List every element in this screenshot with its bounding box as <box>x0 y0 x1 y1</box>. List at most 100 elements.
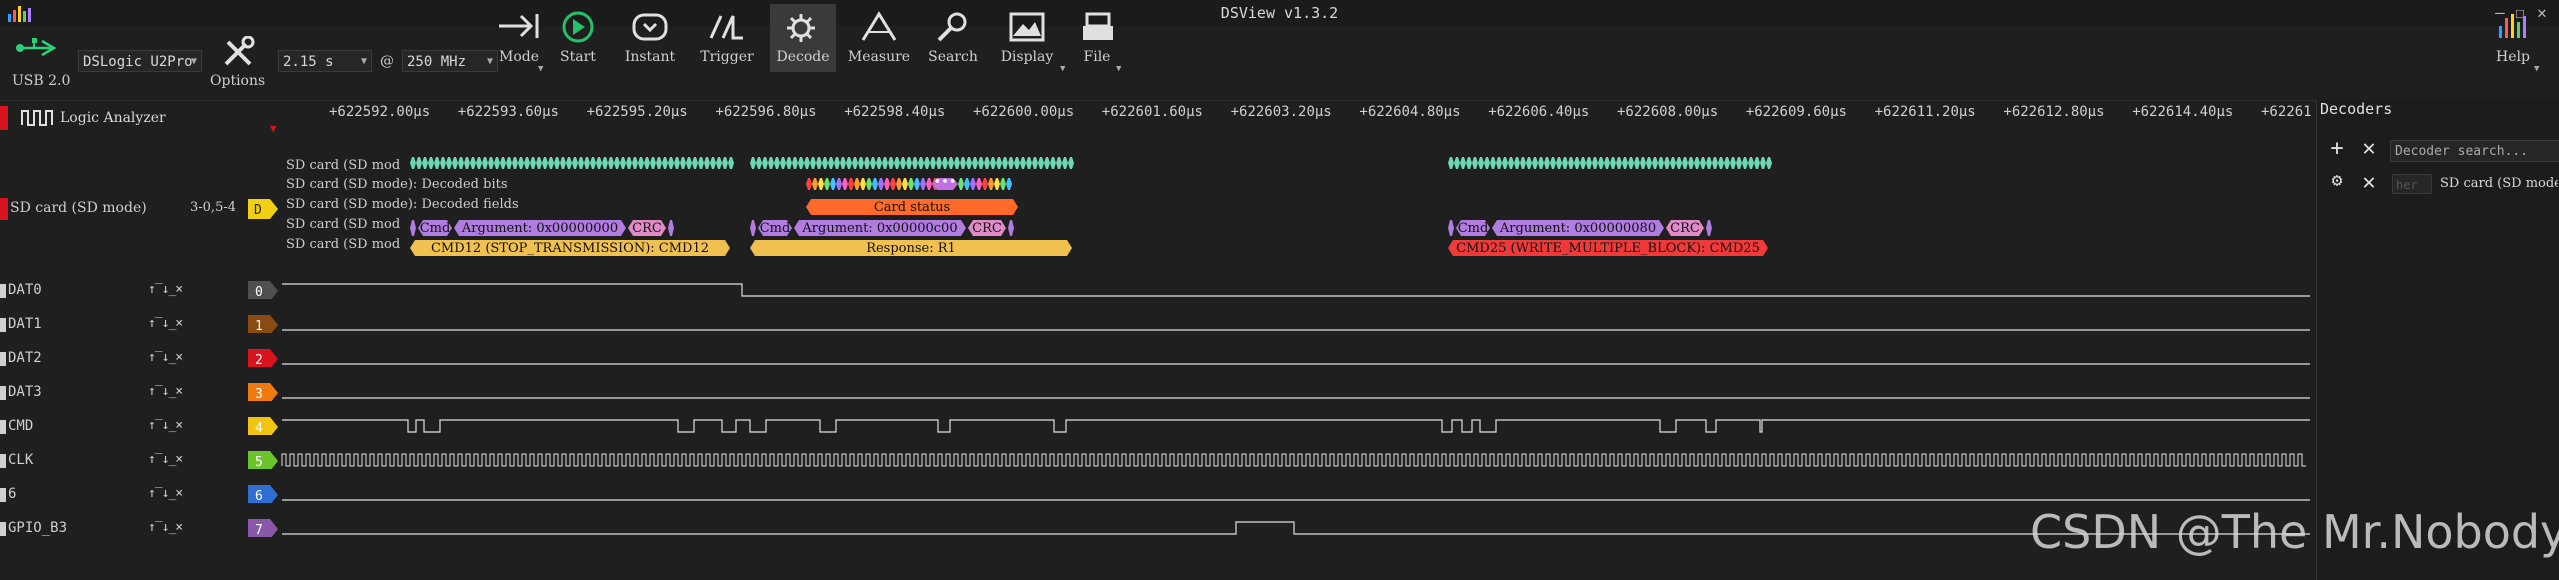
mode-button[interactable]: Mode <box>486 4 552 72</box>
decoded-bit[interactable] <box>942 157 948 169</box>
decoded-bit[interactable] <box>1700 157 1706 169</box>
decoded-bit[interactable] <box>428 157 434 169</box>
decoded-bit[interactable] <box>608 157 614 169</box>
decoded-bit[interactable] <box>662 157 668 169</box>
field-more[interactable]: ••• <box>932 175 958 190</box>
decoded-bit[interactable] <box>1466 157 1472 169</box>
decoded-bit[interactable] <box>458 157 464 169</box>
decoded-bit[interactable] <box>918 157 924 169</box>
field-bit[interactable] <box>824 178 830 190</box>
resp-summary[interactable]: Response: R1 <box>750 240 1072 256</box>
decoded-bit[interactable] <box>548 157 554 169</box>
decoded-bit[interactable] <box>966 157 972 169</box>
decoded-bit[interactable] <box>840 157 846 169</box>
field-bit[interactable] <box>848 178 854 190</box>
decoder-settings-icon[interactable]: ⚙ <box>2324 170 2350 191</box>
decoded-bit[interactable] <box>1730 157 1736 169</box>
decoded-bit[interactable] <box>852 157 858 169</box>
duration-select[interactable]: 2.15 s ▼ <box>278 50 372 72</box>
decoded-bit[interactable] <box>644 157 650 169</box>
decoded-bit[interactable] <box>1610 157 1616 169</box>
decoded-bit[interactable] <box>1526 157 1532 169</box>
decoded-bit[interactable] <box>668 157 674 169</box>
decoded-bit[interactable] <box>1664 157 1670 169</box>
decoded-bit[interactable] <box>578 157 584 169</box>
trigger-button[interactable]: Trigger <box>694 4 760 72</box>
decoded-bit[interactable] <box>680 157 686 169</box>
decoded-bit[interactable] <box>1068 157 1074 169</box>
field-bit[interactable] <box>964 178 970 190</box>
decoded-bit[interactable] <box>1044 157 1050 169</box>
decoded-bit[interactable] <box>792 157 798 169</box>
decoded-bit[interactable] <box>756 157 762 169</box>
decoded-bit[interactable] <box>560 157 566 169</box>
cmd25-start[interactable] <box>1448 220 1454 236</box>
decoded-bit[interactable] <box>500 157 506 169</box>
decode-button[interactable]: Decode <box>770 4 836 72</box>
cmd12-end[interactable] <box>668 220 674 236</box>
decoded-bit[interactable] <box>1724 157 1730 169</box>
decoded-bit[interactable] <box>536 157 542 169</box>
decoded-bit[interactable] <box>900 157 906 169</box>
resp-crc[interactable]: CRC <box>968 220 1006 236</box>
decoded-bit[interactable] <box>698 157 704 169</box>
decoded-bit[interactable] <box>762 157 768 169</box>
decoded-bit[interactable] <box>434 157 440 169</box>
resp-argument[interactable]: Argument: 0x00000c00 <box>794 220 966 236</box>
decoded-bit[interactable] <box>768 157 774 169</box>
decoder-search-input[interactable]: Decoder search... <box>2390 140 2559 162</box>
cmd25-summary[interactable]: CMD25 (WRITE_MULTIPLE_BLOCK): CMD25 <box>1448 240 1768 256</box>
decoded-bit[interactable] <box>650 157 656 169</box>
field-bit[interactable] <box>920 178 926 190</box>
decoded-bit[interactable] <box>1520 157 1526 169</box>
field-bit[interactable] <box>842 178 848 190</box>
decoded-bit[interactable] <box>1604 157 1610 169</box>
field-bit[interactable] <box>1006 178 1012 190</box>
decoded-bit[interactable] <box>656 157 662 169</box>
decoded-bit[interactable] <box>972 157 978 169</box>
decoded-bit[interactable] <box>1736 157 1742 169</box>
cmd12-crc[interactable]: CRC <box>628 220 666 236</box>
field-bit[interactable] <box>812 178 818 190</box>
field-bit[interactable] <box>890 178 896 190</box>
decoded-bit[interactable] <box>1568 157 1574 169</box>
delete-decoder-icon[interactable]: ✕ <box>2356 170 2382 195</box>
decoded-bit[interactable] <box>1622 157 1628 169</box>
decoded-bit[interactable] <box>906 157 912 169</box>
decoded-bit[interactable] <box>524 157 530 169</box>
decoded-bit[interactable] <box>566 157 572 169</box>
decoded-bit[interactable] <box>692 157 698 169</box>
decoded-bit[interactable] <box>1484 157 1490 169</box>
cmd25-end[interactable] <box>1706 220 1712 236</box>
decoded-bit[interactable] <box>602 157 608 169</box>
decoded-bit[interactable] <box>1688 157 1694 169</box>
field-bit[interactable] <box>854 178 860 190</box>
decoded-bit[interactable] <box>638 157 644 169</box>
field-bit[interactable] <box>994 178 1000 190</box>
decoded-bit[interactable] <box>936 157 942 169</box>
decoded-bit[interactable] <box>1472 157 1478 169</box>
decoded-bit[interactable] <box>452 157 458 169</box>
field-bit[interactable] <box>982 178 988 190</box>
decoded-bit[interactable] <box>1694 157 1700 169</box>
measure-button[interactable]: Measure <box>846 4 912 72</box>
add-decoder-icon[interactable]: + <box>2324 136 2350 161</box>
cmd12-summary[interactable]: CMD12 (STOP_TRANSMISSION): CMD12 <box>410 240 730 256</box>
decoded-bit[interactable] <box>1592 157 1598 169</box>
decoded-bit[interactable] <box>798 157 804 169</box>
decoded-bit[interactable] <box>512 157 518 169</box>
decoded-bit[interactable] <box>1628 157 1634 169</box>
field-bit[interactable] <box>830 178 836 190</box>
decoded-bit[interactable] <box>834 157 840 169</box>
decoded-bit[interactable] <box>530 157 536 169</box>
decoded-bit[interactable] <box>810 157 816 169</box>
field-bit[interactable] <box>988 178 994 190</box>
decoded-bit[interactable] <box>596 157 602 169</box>
decoded-bit[interactable] <box>1658 157 1664 169</box>
field-bit[interactable] <box>878 178 884 190</box>
decoded-bit[interactable] <box>1640 157 1646 169</box>
decoded-bit[interactable] <box>924 157 930 169</box>
decoded-bit[interactable] <box>1454 157 1460 169</box>
decoded-bit[interactable] <box>1586 157 1592 169</box>
resp-start[interactable] <box>750 220 756 236</box>
